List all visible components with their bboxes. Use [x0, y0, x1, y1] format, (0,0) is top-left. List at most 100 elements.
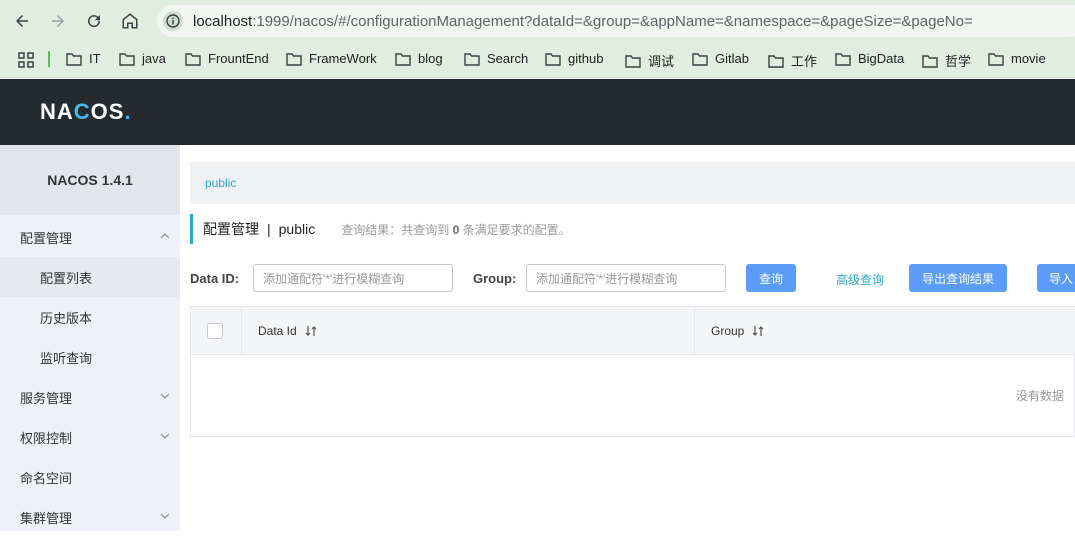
- export-results-button[interactable]: 导出查询结果: [909, 264, 1007, 292]
- title-separator: |: [267, 221, 271, 237]
- folder-icon: [119, 52, 135, 66]
- folder-icon: [66, 52, 82, 66]
- back-icon[interactable]: [10, 9, 34, 33]
- page-title-row: 配置管理 | public 查询结果：共查询到 0 条满足要求的配置。: [190, 214, 571, 244]
- bookmark-item[interactable]: movie: [988, 51, 1046, 66]
- logo-part-c: OS: [90, 99, 125, 124]
- bookmark-label: 工作: [791, 54, 818, 69]
- bookmark-label: blog: [418, 51, 443, 66]
- bookmark-item[interactable]: FrameWork: [286, 51, 377, 66]
- chevron-down-icon[interactable]: [160, 431, 170, 441]
- version-title: NACOS 1.4.1: [0, 145, 180, 215]
- bookmark-item[interactable]: Gitlab: [692, 51, 749, 66]
- sidebar-item-label: 命名空间: [20, 470, 73, 486]
- bookmark-label: FrountEnd: [208, 51, 269, 66]
- dataid-input[interactable]: 添加通配符'*'进行模糊查询: [253, 264, 453, 292]
- sidebar-item[interactable]: 配置管理: [0, 217, 180, 257]
- bookmark-label: FrameWork: [309, 51, 377, 66]
- url-host: localhost: [193, 12, 253, 30]
- folder-icon: [185, 52, 201, 66]
- sidebar-item-label: 历史版本: [40, 310, 93, 326]
- reload-icon[interactable]: [82, 9, 106, 33]
- folder-icon: [988, 52, 1004, 66]
- folder-icon: [464, 52, 480, 66]
- folder-icon: [625, 54, 641, 68]
- logo-part-b: C: [73, 99, 91, 124]
- bookmark-item[interactable]: 工作: [768, 51, 817, 70]
- bookmark-label: github: [568, 51, 604, 66]
- sort-icon[interactable]: [752, 325, 764, 337]
- select-all-checkbox[interactable]: [207, 323, 223, 339]
- chevron-down-icon[interactable]: [160, 511, 170, 521]
- address-bar[interactable]: localhost:1999/nacos/#/configurationMana…: [157, 5, 1075, 37]
- browser-toolbar: localhost:1999/nacos/#/configurationMana…: [0, 0, 1075, 42]
- column-header-dataid[interactable]: Data Id: [241, 307, 694, 355]
- namespace-bar: public: [190, 162, 1075, 204]
- namespace-link-public[interactable]: public: [205, 176, 236, 190]
- query-result-text: 查询结果：共查询到 0 条满足要求的配置。: [341, 221, 570, 238]
- bookmark-label: BigData: [858, 51, 905, 66]
- folder-icon: [286, 52, 302, 66]
- dataid-label: Data ID:: [190, 271, 240, 286]
- bookmark-label: java: [142, 51, 166, 66]
- folder-icon: [545, 52, 561, 66]
- home-icon[interactable]: [118, 9, 142, 33]
- bookmark-item[interactable]: 哲学: [922, 51, 971, 70]
- group-input[interactable]: 添加通配符'*'进行模糊查询: [526, 264, 726, 292]
- forward-icon[interactable]: [46, 9, 70, 33]
- import-button[interactable]: 导入: [1037, 264, 1075, 292]
- app-header: NACOS.: [0, 79, 1075, 145]
- config-table: Data Id Group 没有数据: [190, 306, 1075, 437]
- main-content: public 配置管理 | public 查询结果：共查询到 0 条满足要求的配…: [180, 145, 1075, 531]
- query-button[interactable]: 查询: [746, 264, 796, 292]
- sidebar-item[interactable]: 配置列表: [0, 257, 180, 297]
- folder-icon: [768, 54, 784, 68]
- current-namespace: public: [278, 221, 316, 237]
- bookmark-item[interactable]: FrountEnd: [185, 51, 269, 66]
- bookmarks-bar: IT java FrountEnd FrameWork blog Search github…: [0, 42, 1075, 78]
- bookmark-label: movie: [1011, 51, 1046, 66]
- table-header: Data Id Group: [191, 307, 1075, 355]
- sidebar-item[interactable]: 集群管理: [0, 497, 180, 537]
- sidebar: NACOS 1.4.1 配置管理配置列表历史版本监听查询服务管理权限控制命名空间…: [0, 145, 180, 531]
- folder-icon: [395, 52, 411, 66]
- bookmark-label: Search: [487, 51, 529, 66]
- bookmark-item[interactable]: IT: [66, 51, 101, 66]
- sidebar-item-label: 配置管理: [20, 230, 73, 246]
- bookmark-item[interactable]: github: [545, 51, 603, 66]
- bookmark-item[interactable]: 调试: [625, 51, 674, 70]
- result-prefix: 查询结果：共查询到: [341, 222, 450, 237]
- nacos-logo[interactable]: NACOS.: [40, 99, 132, 125]
- logo-dot: .: [124, 99, 132, 124]
- logo-part-a: NA: [40, 99, 74, 124]
- bookmark-item[interactable]: BigData: [835, 51, 904, 66]
- bookmark-item[interactable]: java: [119, 51, 166, 66]
- column-label-group: Group: [711, 324, 745, 338]
- folder-icon: [692, 52, 708, 66]
- bookmark-separator: [48, 51, 50, 67]
- advanced-query-link[interactable]: 高级查询: [836, 271, 884, 288]
- folder-icon: [835, 52, 851, 66]
- empty-state-text: 没有数据: [1015, 389, 1064, 403]
- chevron-down-icon[interactable]: [160, 391, 170, 401]
- sidebar-item[interactable]: 服务管理: [0, 377, 180, 417]
- site-info-icon[interactable]: [163, 11, 183, 31]
- bookmark-item[interactable]: Search: [464, 51, 528, 66]
- sidebar-item[interactable]: 权限控制: [0, 417, 180, 457]
- sidebar-item[interactable]: 命名空间: [0, 457, 180, 497]
- sort-icon[interactable]: [305, 325, 317, 337]
- column-label-dataid: Data Id: [258, 324, 297, 338]
- sidebar-item[interactable]: 历史版本: [0, 297, 180, 337]
- bookmark-item[interactable]: blog: [395, 51, 443, 66]
- sidebar-item[interactable]: 监听查询: [0, 337, 180, 377]
- chevron-up-icon[interactable]: [160, 231, 170, 241]
- column-header-group[interactable]: Group: [694, 307, 1075, 355]
- url-text[interactable]: localhost:1999/nacos/#/configurationMana…: [193, 13, 973, 30]
- result-count: 0: [452, 222, 460, 237]
- page-title: 配置管理: [203, 221, 259, 237]
- sidebar-item-label: 集群管理: [20, 510, 73, 526]
- bookmark-label: Gitlab: [715, 51, 749, 66]
- apps-grid-icon[interactable]: [18, 52, 34, 68]
- sidebar-item-label: 服务管理: [20, 390, 73, 406]
- group-label: Group:: [473, 271, 517, 286]
